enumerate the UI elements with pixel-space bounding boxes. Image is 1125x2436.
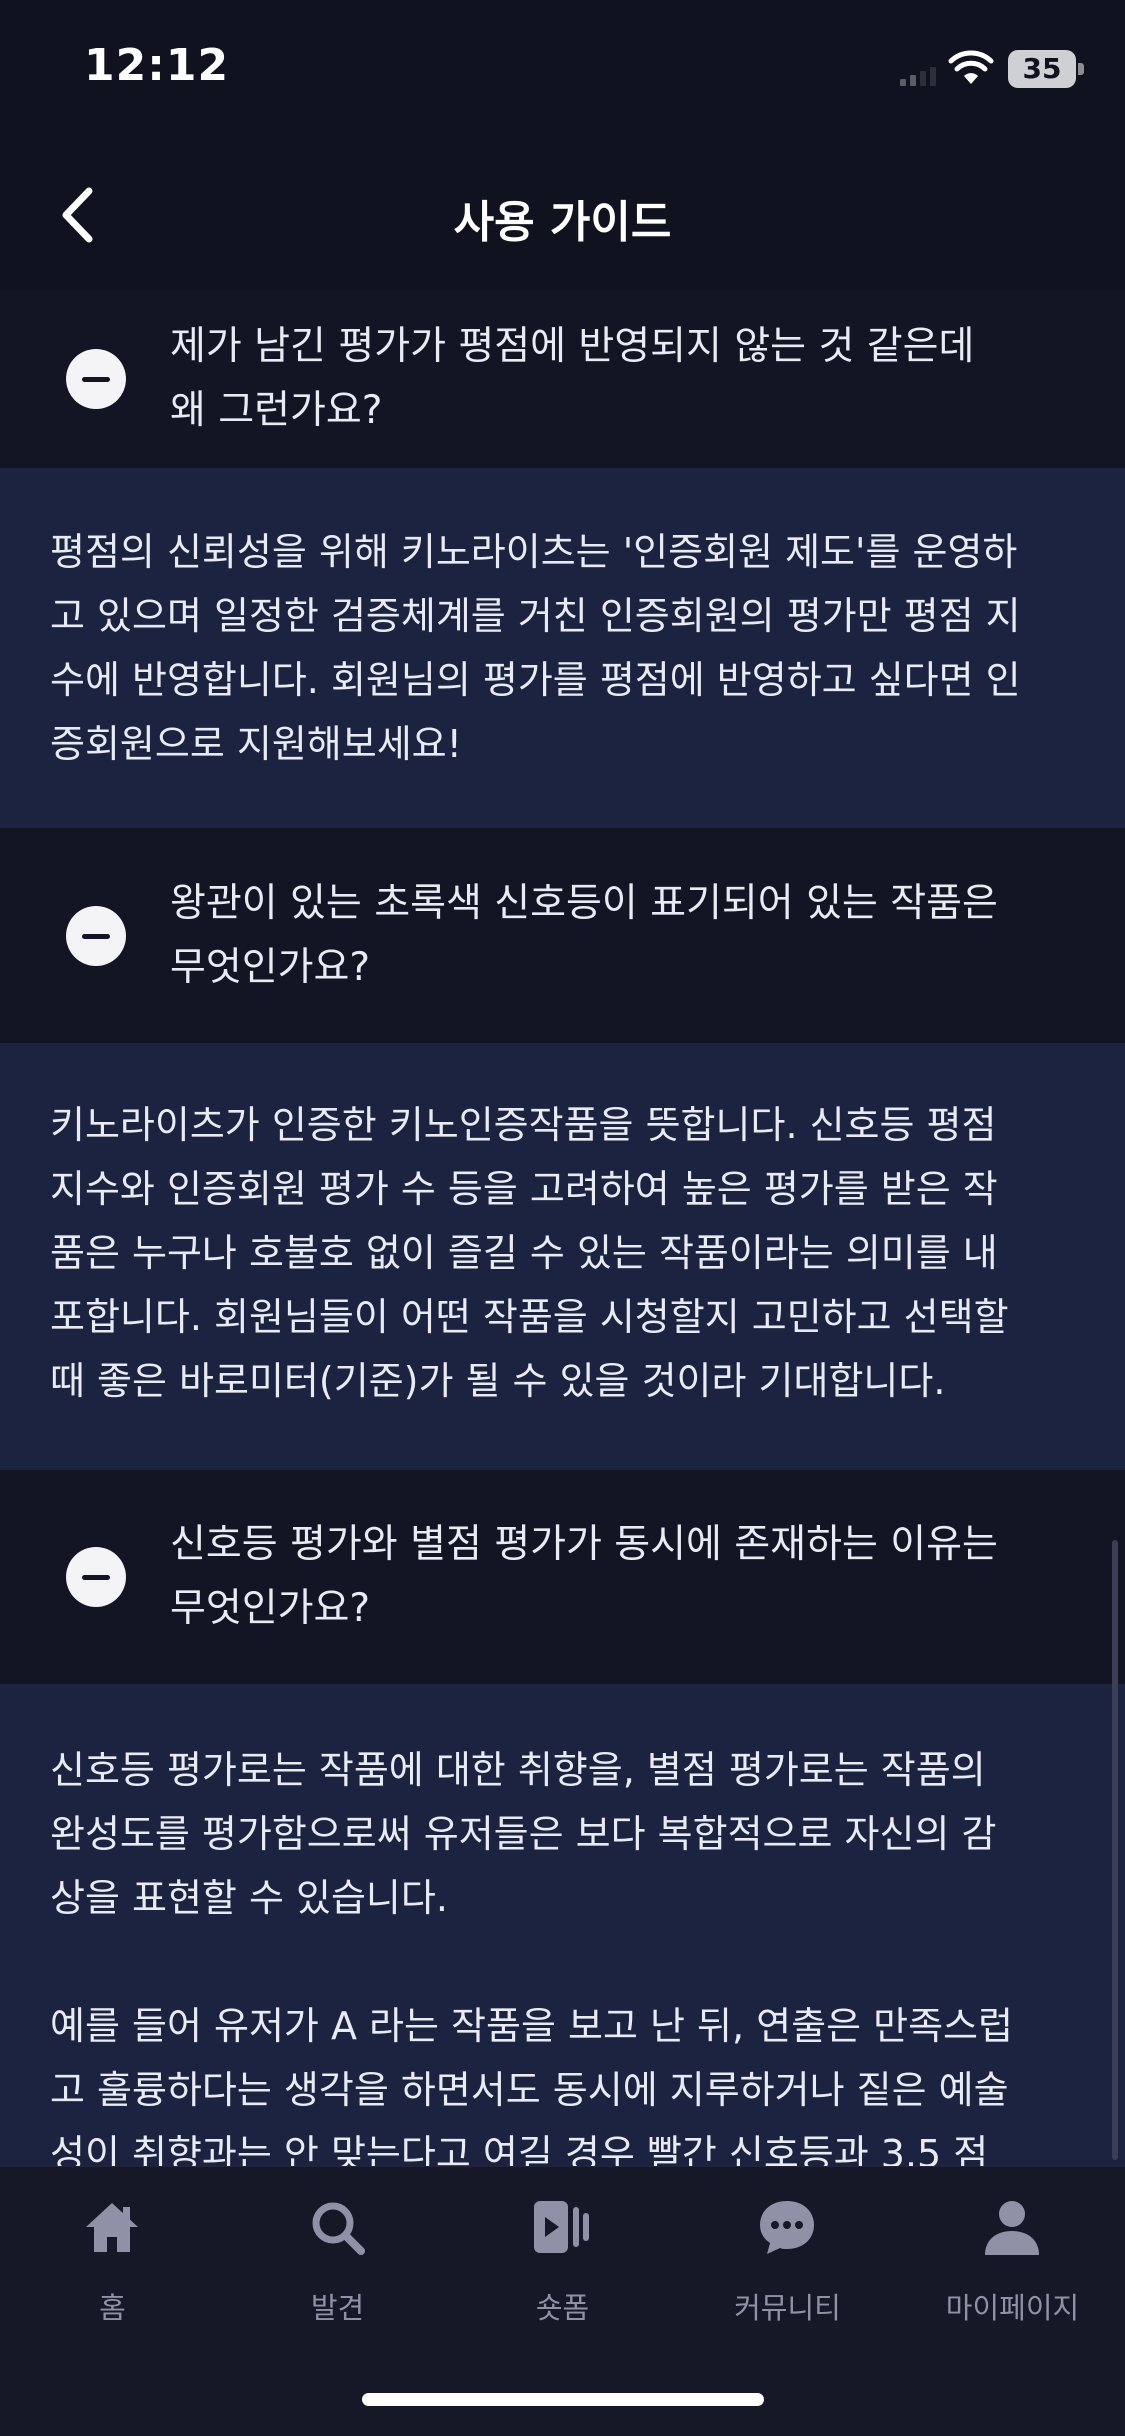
tab-community[interactable]: 커뮤니티 — [675, 2197, 900, 2337]
shortform-video-icon — [534, 2201, 589, 2253]
status-time: 12:12 — [84, 40, 230, 91]
collapse-minus-icon[interactable] — [66, 905, 126, 966]
faq-answer-paragraph: 신호등 평가로는 작품에 대한 취향을, 별점 평가로는 작품의 완성도를 평가… — [50, 1748, 997, 1920]
collapse-minus-icon[interactable] — [66, 349, 126, 409]
faq-answer-crown-green-light: 키노라이츠가 인증한 키노인증작품을 뜻합니다. 신호등 평점 지수와 인증회원… — [0, 1043, 1125, 1470]
faq-question-crown-green-light[interactable]: 왕관이 있는 초록색 신호등이 표기되어 있는 작품은 무엇인가요? — [0, 828, 1125, 1043]
tab-label: 홈 — [99, 2291, 126, 2325]
scrollbar[interactable] — [1112, 1540, 1118, 2160]
tab-discover[interactable]: 발견 — [225, 2197, 450, 2337]
faq-answer-text: 평점의 신뢰성을 위해 키노라이츠는 '인증회원 제도'를 운영하 고 있으며 … — [50, 530, 1021, 766]
header: 사용 가이드 — [0, 160, 1125, 270]
faq-question-rating-not-reflected[interactable]: 제가 남긴 평가가 평점에 반영되지 않는 것 같은데 왜 그런가요? — [0, 290, 1125, 468]
battery-level: 35 — [1022, 52, 1062, 85]
tab-label: 마이페이지 — [945, 2291, 1080, 2325]
page-title: 사용 가이드 — [453, 197, 672, 248]
tab-shortform[interactable]: 숏폼 — [450, 2197, 675, 2337]
faq-question-light-and-star-rating[interactable]: 신호등 평가와 별점 평가가 동시에 존재하는 이유는 무엇인가요? — [0, 1470, 1125, 1684]
wifi-icon — [948, 50, 994, 84]
tab-label: 커뮤니티 — [734, 2291, 841, 2325]
screen: 12:12 35 사용 가이드 제가 남긴 평가가 평점에 반영되지 않는 것 … — [0, 0, 1125, 2436]
tab-mypage[interactable]: 마이페이지 — [900, 2197, 1125, 2337]
home-icon — [86, 2203, 138, 2252]
faq-list: 제가 남긴 평가가 평점에 반영되지 않는 것 같은데 왜 그런가요? 평점의 … — [0, 290, 1125, 2166]
faq-answer-text: 키노라이츠가 인증한 키노인증작품을 뜻합니다. 신호등 평점 지수와 인증회원… — [50, 1103, 1009, 1403]
faq-question-text: 제가 남긴 평가가 평점에 반영되지 않는 것 같은데 왜 그런가요? — [170, 324, 975, 433]
faq-answer-light-and-star-rating: 신호등 평가로는 작품에 대한 취향을, 별점 평가로는 작품의 완성도를 평가… — [0, 1684, 1125, 2166]
faq-answer-rating-not-reflected: 평점의 신뢰성을 위해 키노라이츠는 '인증회원 제도'를 운영하 고 있으며 … — [0, 468, 1125, 828]
faq-answer-paragraph: 예를 들어 유저가 A 라는 작품을 보고 난 뒤, 연출은 만족스럽 고 훌륭… — [50, 2004, 1013, 2166]
tab-label: 숏폼 — [535, 2291, 590, 2325]
collapse-minus-icon[interactable] — [66, 1547, 126, 1607]
person-icon — [985, 2201, 1039, 2255]
search-icon — [312, 2202, 365, 2255]
faq-question-text: 신호등 평가와 별점 평가가 동시에 존재하는 이유는 무엇인가요? — [170, 1522, 998, 1631]
tab-home[interactable]: 홈 — [0, 2197, 225, 2337]
status-bar: 12:12 35 — [0, 0, 1125, 140]
battery-icon: 35 — [1008, 50, 1086, 88]
cellular-signal-icon — [900, 67, 936, 86]
chat-bubble-icon — [760, 2201, 814, 2254]
tab-label: 발견 — [310, 2291, 365, 2325]
home-indicator — [362, 2393, 764, 2406]
faq-question-text: 왕관이 있는 초록색 신호등이 표기되어 있는 작품은 무엇인가요? — [170, 880, 998, 990]
